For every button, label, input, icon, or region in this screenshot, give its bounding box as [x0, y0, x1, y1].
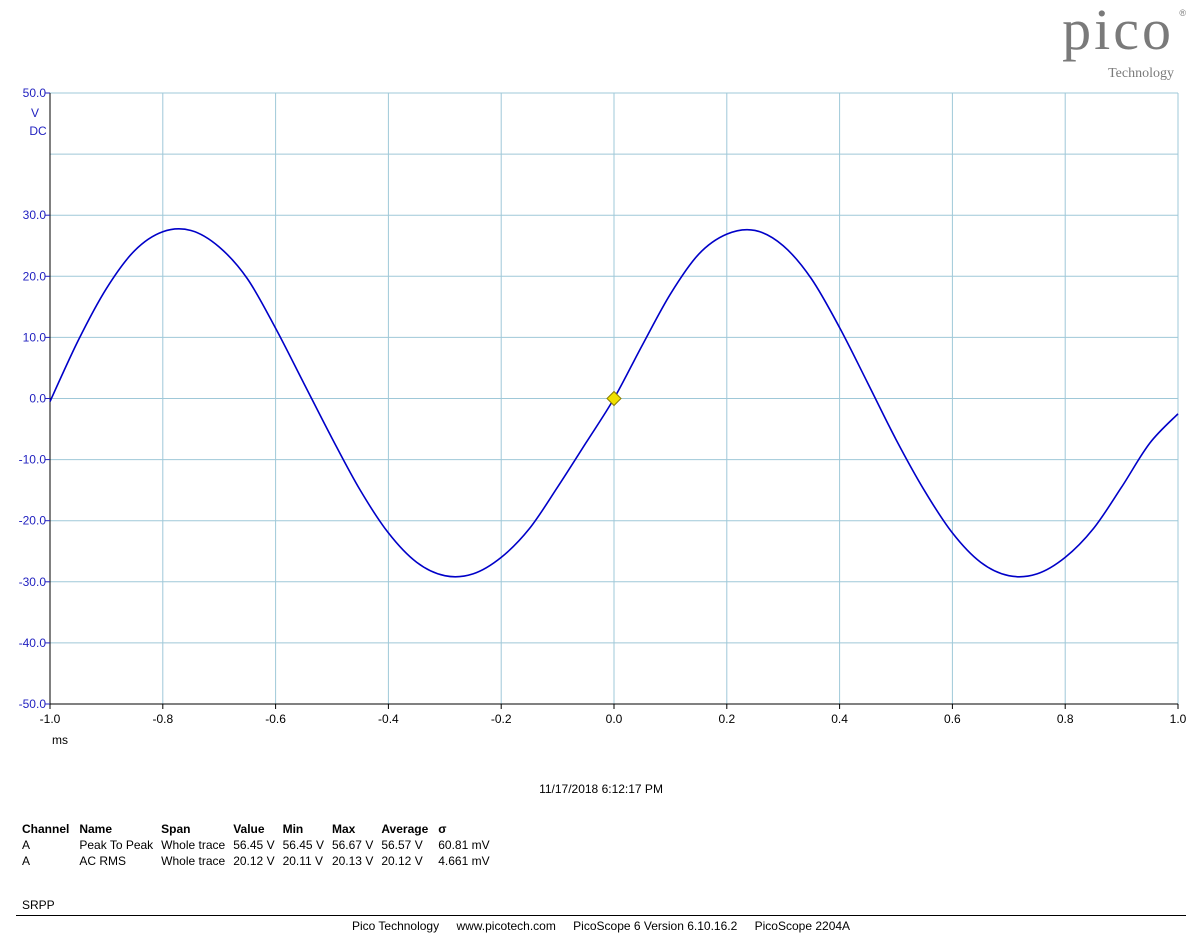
logo-wordmark: pico — [1062, 0, 1174, 62]
cell-sigma: 60.81 mV — [438, 838, 490, 852]
y-unit-label: V — [31, 106, 39, 120]
measurements-header-row: Channel Name Span Value Min Max Average … — [22, 822, 498, 838]
cell-max: 56.67 V — [331, 838, 374, 852]
cell-channel: A — [22, 854, 31, 868]
y-tick-label: -40.0 — [19, 636, 47, 650]
header-name: Name — [79, 822, 113, 836]
pico-logo: pico ® Technology — [1010, 0, 1190, 84]
y-tick-label: -50.0 — [19, 697, 47, 711]
y-tick-label: 0.0 — [29, 392, 46, 406]
table-row: A AC RMS Whole trace 20.12 V 20.11 V 20.… — [22, 854, 498, 870]
x-tick-label: 0.4 — [831, 712, 848, 726]
capture-timestamp: 11/17/2018 6:12:17 PM — [539, 782, 663, 796]
x-tick-label: 0.2 — [718, 712, 735, 726]
y-tick-labels: 50.0 30.0 20.0 10.0 0.0 -10.0 -20.0 -30.0 -40.0 -… — [19, 86, 50, 711]
footer: Pico Technology www.picotech.com PicoSco… — [0, 919, 1202, 933]
y-coupling-label: DC — [29, 124, 47, 138]
footer-divider — [16, 915, 1186, 916]
y-tick-label: 30.0 — [23, 208, 47, 222]
x-tick-label: 0.0 — [606, 712, 623, 726]
footer-website: www.picotech.com — [456, 919, 556, 933]
x-tick-label: -0.6 — [265, 712, 286, 726]
cell-min: 20.11 V — [282, 854, 324, 868]
trigger-marker-icon — [606, 390, 622, 407]
y-tick-label: -20.0 — [19, 514, 47, 528]
logo-subtitle: Technology — [1108, 66, 1174, 81]
cell-name: AC RMS — [79, 854, 127, 868]
trigger-marker-layer — [606, 390, 622, 407]
cell-max: 20.13 V — [331, 854, 374, 868]
y-tick-label: -30.0 — [19, 575, 47, 589]
y-tick-label: -10.0 — [19, 453, 47, 467]
x-tick-label: -1.0 — [40, 712, 61, 726]
header-min: Min — [282, 822, 304, 836]
x-tick-label: -0.8 — [152, 712, 173, 726]
footer-company: Pico Technology — [351, 919, 440, 933]
x-tick-label: -0.2 — [491, 712, 512, 726]
header-max: Max — [331, 822, 356, 836]
scope-graph: V DC ms 50.0 30.0 20.0 10.0 0.0 -10.0 -20.0 -30… — [19, 86, 1187, 747]
x-tick-label: 1.0 — [1170, 712, 1187, 726]
header-channel: Channel — [22, 822, 70, 836]
cell-name: Peak To Peak — [79, 838, 154, 852]
header-value: Value — [233, 822, 265, 836]
x-tick-label: 0.6 — [944, 712, 961, 726]
header-average: Average — [381, 822, 429, 836]
x-tick-label: 0.8 — [1057, 712, 1074, 726]
y-tick-label: 10.0 — [23, 330, 47, 344]
x-unit-label: ms — [52, 733, 68, 747]
cell-value: 20.12 V — [233, 854, 275, 868]
y-tick-label: 50.0 — [23, 86, 47, 100]
cell-channel: A — [22, 838, 31, 852]
header-span: Span — [161, 822, 191, 836]
header-sigma: σ — [438, 822, 447, 836]
notes-text: SRPP — [22, 898, 55, 912]
cell-min: 56.45 V — [282, 838, 324, 852]
footer-device-model: PicoScope 2204A — [754, 919, 851, 933]
y-tick-label: 20.0 — [23, 269, 47, 283]
cell-sigma: 4.661 mV — [438, 854, 490, 868]
x-tick-labels: -1.0 -0.8 -0.6 -0.4 -0.2 0.0 0.2 0.4 0.6 0.8 1.0 — [40, 704, 1187, 726]
logo-registered-mark: ® — [1179, 8, 1186, 18]
table-row: A Peak To Peak Whole trace 56.45 V 56.45… — [22, 838, 498, 854]
cell-span: Whole trace — [161, 838, 226, 852]
cell-average: 20.12 V — [381, 854, 423, 868]
measurements-table: Channel Name Span Value Min Max Average … — [22, 822, 498, 870]
cell-value: 56.45 V — [233, 838, 275, 852]
cell-average: 56.57 V — [381, 838, 423, 852]
x-tick-label: -0.4 — [378, 712, 399, 726]
cell-span: Whole trace — [161, 854, 226, 868]
footer-software-version: PicoScope 6 Version 6.10.16.2 — [573, 919, 738, 933]
